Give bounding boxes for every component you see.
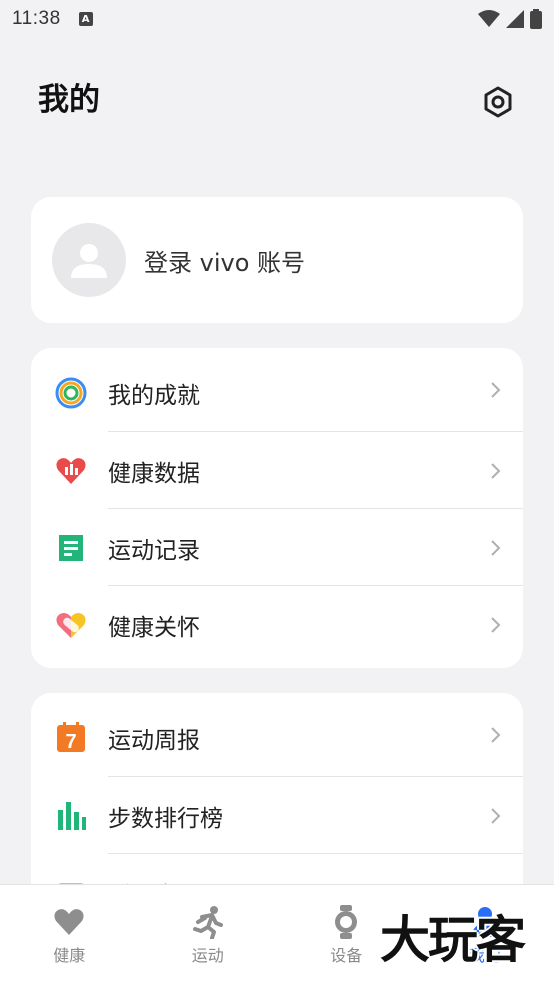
nav-tab-exercise[interactable]: 运动 [139,885,278,985]
menu-item-weekly-report[interactable]: 7 运动周报 [31,693,523,777]
battery-icon [530,9,542,29]
health-care-icon [54,608,88,642]
running-icon [191,905,225,939]
menu-group-primary: 我的成就 健康数据 运动记录 健康关怀 [31,348,523,668]
heart-icon [52,905,86,939]
login-label: 登录 vivo 账号 [144,248,306,277]
page-title: 我的 [38,82,100,118]
exercise-record-icon [54,531,88,565]
menu-item-achievements[interactable]: 我的成就 [31,348,523,432]
settings-icon [484,86,512,118]
nav-label: 运动 [191,946,224,965]
menu-label: 我的成就 [108,383,200,409]
status-time: 11:38 [12,8,61,29]
achievement-icon [54,376,88,410]
menu-item-health-care[interactable]: 健康关怀 [31,586,523,663]
menu-label: 健康关怀 [108,614,200,641]
chevron-right-icon [491,539,501,556]
menu-label: 运动记录 [108,537,200,564]
menu-label: 步数排行榜 [108,805,223,832]
menu-item-step-ranking[interactable]: 步数排行榜 [31,777,523,854]
chevron-right-icon [491,727,501,743]
nav-label: 设备 [330,946,363,965]
notification-icon: A [78,12,93,26]
nav-label: 健康 [53,946,86,965]
page-header: 我的 [38,78,518,124]
menu-group-secondary: 7 运动周报 步数排行榜 活动中心 [31,693,523,913]
status-bar: 11:38 A [0,0,554,38]
signal-icon [506,10,524,28]
wifi-icon [478,10,500,27]
step-ranking-icon [54,799,88,833]
default-avatar-icon [71,244,107,278]
chevron-right-icon [491,382,501,398]
health-data-icon [54,454,88,488]
menu-label: 运动周报 [108,728,200,754]
chevron-right-icon [491,616,501,633]
chevron-right-icon [491,807,501,824]
weekly-report-badge: 7 [65,731,76,753]
settings-button[interactable] [478,82,518,122]
avatar [52,223,126,297]
chevron-right-icon [491,462,501,479]
watch-icon [329,905,363,939]
menu-label: 健康数据 [108,460,200,487]
account-card[interactable]: 登录 vivo 账号 [31,197,523,323]
menu-item-health-data[interactable]: 健康数据 [31,432,523,509]
menu-item-exercise-records[interactable]: 运动记录 [31,509,523,586]
watermark-logo: 大玩客 [380,911,526,969]
weekly-report-icon: 7 [54,721,88,755]
status-indicators [478,9,542,29]
nav-tab-health[interactable]: 健康 [0,885,139,985]
